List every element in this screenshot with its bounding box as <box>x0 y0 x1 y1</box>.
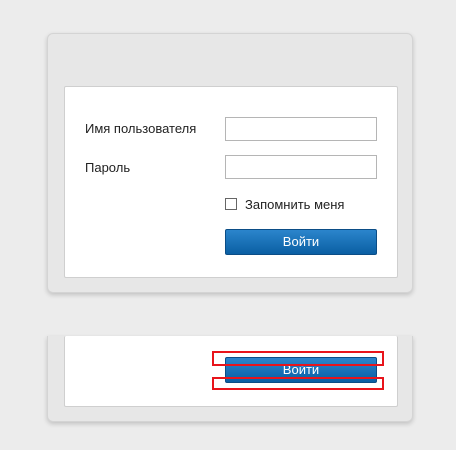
highlight-box-bottom <box>212 377 384 390</box>
remember-me-row[interactable]: Запомнить меня <box>225 196 344 212</box>
login-form-panel-fragment: Войти <box>64 336 398 407</box>
login-form-panel: Имя пользователя Пароль Запомнить меня В… <box>64 86 398 278</box>
password-label: Пароль <box>85 160 131 175</box>
password-input[interactable] <box>225 155 377 179</box>
remember-me-checkbox[interactable] <box>225 198 237 210</box>
login-button[interactable]: Войти <box>225 229 377 255</box>
username-input[interactable] <box>225 117 377 141</box>
remember-me-label[interactable]: Запомнить меня <box>245 197 344 212</box>
highlight-box-top <box>212 351 384 366</box>
login-card: Имя пользователя Пароль Запомнить меня В… <box>47 33 413 293</box>
username-label: Имя пользователя <box>85 121 197 136</box>
